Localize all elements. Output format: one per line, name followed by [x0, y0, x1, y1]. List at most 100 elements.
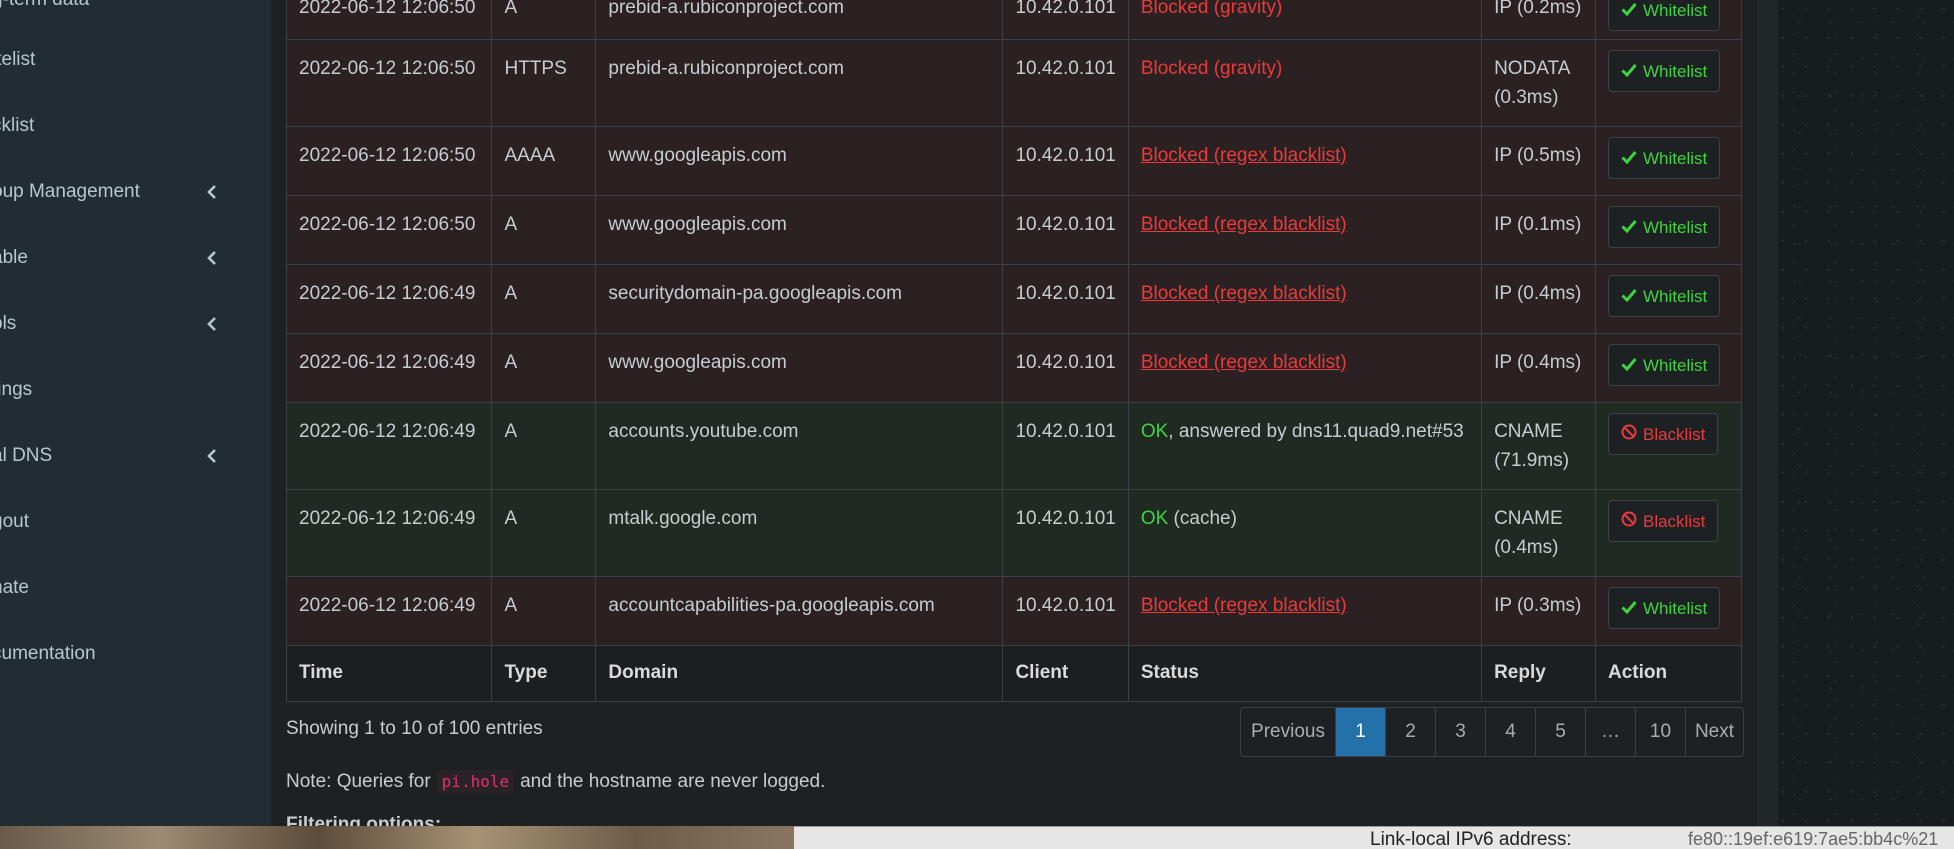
sidebar-item[interactable]: cumentation — [0, 621, 271, 687]
column-header-type[interactable]: Type — [491, 645, 597, 702]
action-label: Whitelist — [1642, 148, 1708, 168]
column-header-client[interactable]: Client — [1002, 645, 1129, 702]
sidebar-item[interactable]: nate — [0, 555, 271, 621]
column-header-domain[interactable]: Domain — [595, 645, 1004, 702]
cell-action: Whitelist — [1594, 0, 1743, 40]
cell-time: 2022-06-12 12:06:50 — [285, 39, 493, 127]
query-log-table: 2022-06-12 12:06:50 Aprebid-a.rubiconproj… — [285, 0, 1743, 702]
chevron-left-icon — [204, 250, 220, 266]
blacklist-button[interactable]: Blacklist — [1607, 500, 1719, 542]
sidebar-item[interactable]: ols — [0, 291, 271, 357]
table-row: 2022-06-12 12:06:49 Aaccountcapabilities-… — [285, 576, 1743, 646]
cell-reply: IP (0.3ms) — [1481, 576, 1596, 646]
chevron-left-icon — [204, 184, 220, 200]
table-row: 2022-06-12 12:06:49 Asecuritydomain-pa.go… — [285, 264, 1743, 334]
status-label: OK — [1140, 421, 1169, 442]
check-icon — [1621, 144, 1637, 173]
sidebar: g-term data itelist cklist oup Management ab… — [0, 0, 271, 826]
cell-type: AAAA — [491, 126, 597, 196]
cell-domain: accountcapabilities-pa.googleapis.com — [595, 576, 1004, 646]
action-label: Whitelist — [1642, 0, 1708, 20]
table-row: 2022-06-12 12:06:50 HTTPS prebid-a.rubicon… — [285, 39, 1743, 127]
cell-client: 10.42.0.101 — [1002, 126, 1129, 196]
whitelist-button[interactable]: Whitelist — [1607, 0, 1721, 31]
sidebar-item[interactable]: gout — [0, 489, 271, 555]
cell-status: OK, answered by dns11.quad9.net#53 — [1127, 402, 1483, 490]
sidebar-item[interactable]: cklist — [0, 93, 271, 159]
sidebar-item-label: cumentation — [0, 643, 96, 664]
cell-domain: accounts.youtube.com — [595, 402, 1004, 490]
cell-action: Whitelist — [1594, 264, 1743, 334]
column-header-reply[interactable]: Reply — [1481, 645, 1596, 702]
whitelist-button[interactable]: Whitelist — [1607, 275, 1721, 317]
status-label: OK — [1140, 508, 1169, 529]
check-icon — [1621, 282, 1637, 311]
cell-action: Whitelist — [1594, 195, 1743, 265]
sidebar-item[interactable]: oup Management — [0, 159, 271, 225]
sidebar-item[interactable]: itelist — [0, 27, 271, 93]
check-icon — [1621, 594, 1637, 623]
cell-status: Blocked (regex blacklist) — [1127, 333, 1483, 403]
cell-type: A — [491, 576, 597, 646]
cell-type: A — [491, 489, 597, 577]
cell-status: Blocked (regex blacklist) — [1127, 126, 1483, 196]
status-label[interactable]: Blocked (regex blacklist) — [1141, 595, 1347, 616]
cell-client: 10.42.0.101 — [1002, 195, 1129, 265]
check-icon — [1621, 0, 1637, 25]
cell-type: A — [491, 402, 597, 490]
previous-page-button[interactable]: Previous — [1241, 708, 1336, 756]
page-10-button[interactable]: 10 — [1636, 708, 1686, 756]
page-5-button[interactable]: 5 — [1536, 708, 1586, 756]
whitelist-button[interactable]: Whitelist — [1607, 50, 1721, 92]
whitelist-button[interactable]: Whitelist — [1607, 344, 1721, 386]
page-4-button[interactable]: 4 — [1486, 708, 1536, 756]
cell-status: Blocked (regex blacklist) — [1127, 264, 1483, 334]
status-label[interactable]: Blocked (regex blacklist) — [1141, 283, 1347, 304]
cell-client: 10.42.0.101 — [1002, 0, 1129, 40]
sidebar-item-label: g-term data — [0, 0, 89, 11]
status-detail: (cache) — [1168, 508, 1237, 529]
status-label[interactable]: Blocked (regex blacklist) — [1141, 352, 1347, 373]
whitelist-button[interactable]: Whitelist — [1607, 137, 1721, 179]
cell-action: Whitelist — [1594, 576, 1743, 646]
table-row: 2022-06-12 12:06:49 Amtalk.google.com 10.4… — [285, 489, 1743, 577]
cell-status: Blocked (regex blacklist) — [1127, 195, 1483, 265]
cell-action: Whitelist — [1594, 126, 1743, 196]
cell-type: A — [491, 333, 597, 403]
page-3-button[interactable]: 3 — [1436, 708, 1486, 756]
column-header-status[interactable]: Status — [1127, 645, 1483, 702]
page-2-button[interactable]: 2 — [1386, 708, 1436, 756]
cell-time: 2022-06-12 12:06:50 — [285, 195, 493, 265]
next-page-button[interactable]: Next — [1686, 708, 1743, 756]
table-row: 2022-06-12 12:06:49 Awww.googleapis.com 10… — [285, 333, 1743, 403]
cell-time: 2022-06-12 12:06:49 — [285, 576, 493, 646]
sidebar-item-label: al DNS — [0, 445, 53, 466]
cell-time: 2022-06-12 12:06:49 — [285, 402, 493, 490]
column-header-time[interactable]: Time — [285, 645, 493, 702]
whitelist-button[interactable]: Whitelist — [1607, 587, 1721, 629]
sidebar-item-label: tings — [0, 379, 33, 400]
cell-time: 2022-06-12 12:06:50 — [285, 126, 493, 196]
sidebar-item[interactable]: tings — [0, 357, 271, 423]
action-label: Whitelist — [1642, 355, 1708, 375]
pagination: Previous 1 2 3 4 5… 10 Next — [1240, 707, 1744, 757]
cell-reply: IP (0.2ms) — [1481, 0, 1596, 40]
cell-domain: mtalk.google.com — [595, 489, 1004, 577]
cell-domain: securitydomain-pa.googleapis.com — [595, 264, 1004, 334]
cell-reply: CNAME (0.4ms) — [1481, 489, 1596, 577]
sidebar-item[interactable]: able — [0, 225, 271, 291]
blacklist-button[interactable]: Blacklist — [1607, 413, 1719, 455]
note-code: pi.hole — [436, 770, 515, 793]
status-label: Blocked (gravity) — [1140, 0, 1283, 18]
cell-action: Whitelist — [1594, 333, 1743, 403]
cell-reply: IP (0.1ms) — [1481, 195, 1596, 265]
status-label: Blocked (gravity) — [1140, 58, 1283, 79]
whitelist-button[interactable]: Whitelist — [1607, 206, 1721, 248]
sidebar-item-label: able — [0, 247, 28, 268]
sidebar-item-label: cklist — [0, 115, 35, 136]
page-1-button[interactable]: 1 — [1336, 708, 1386, 756]
status-label[interactable]: Blocked (regex blacklist) — [1141, 214, 1347, 235]
column-header-action[interactable]: Action — [1594, 645, 1743, 702]
status-label[interactable]: Blocked (regex blacklist) — [1141, 145, 1347, 166]
sidebar-item[interactable]: al DNS — [0, 423, 271, 489]
